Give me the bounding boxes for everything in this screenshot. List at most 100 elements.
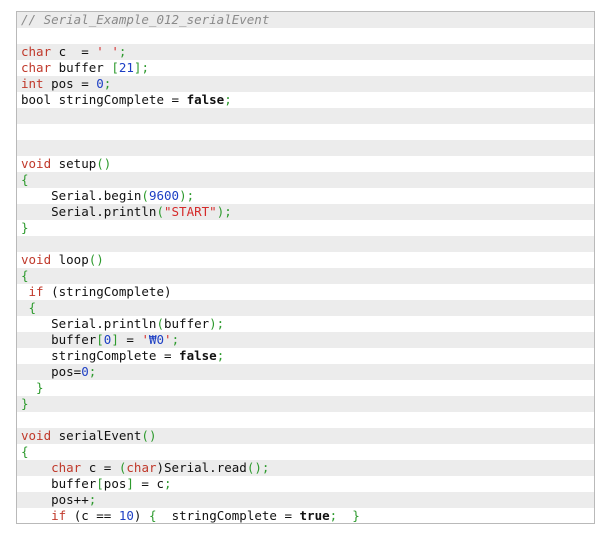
code-token: 0 <box>96 76 104 91</box>
code-token: char <box>51 460 82 475</box>
code-token: ; <box>103 76 112 91</box>
code-line: { <box>17 268 594 284</box>
code-line: char c = (char)Serial.read(); <box>17 460 594 476</box>
code-line: Serial.begin(9600); <box>17 188 594 204</box>
code-token: "START" <box>164 204 217 219</box>
code-token: pos = <box>43 76 97 91</box>
code-token: Serial.println <box>21 204 157 219</box>
code-line <box>17 140 594 156</box>
code-token: pos <box>103 476 127 491</box>
code-token: char <box>21 60 52 75</box>
code-token: (stringComplete) <box>43 284 172 299</box>
code-token: setup <box>51 156 97 171</box>
code-token: ; <box>224 92 232 107</box>
code-line: Serial.println(buffer); <box>17 316 594 332</box>
code-token: ( <box>156 204 164 219</box>
code-token: char <box>126 460 157 475</box>
code-token: false <box>179 348 217 363</box>
code-token: ( <box>141 188 149 203</box>
code-line: char c = ' '; <box>17 44 594 60</box>
code-token: ; <box>88 492 97 507</box>
code-token: ] <box>111 332 119 347</box>
code-token: void <box>21 252 52 267</box>
code-token: { <box>21 268 29 283</box>
code-token: ] <box>126 476 134 491</box>
code-line: void setup() <box>17 156 594 172</box>
code-token: pos= <box>21 364 82 379</box>
code-token: if <box>21 284 44 299</box>
code-token: 9600 <box>148 188 180 203</box>
code-line: if (stringComplete) <box>17 284 594 300</box>
code-token: ) <box>133 508 149 523</box>
code-token: void <box>21 156 52 171</box>
code-token: false <box>186 92 225 107</box>
code-line: int pos = 0; <box>17 76 594 92</box>
code-token: ; <box>171 332 180 347</box>
code-line <box>17 236 594 252</box>
code-token: { <box>21 444 29 459</box>
code-token: 21 <box>118 60 134 75</box>
code-line: if (c == 10) { stringComplete = true; } <box>17 508 594 523</box>
code-token: (); <box>246 460 270 475</box>
code-token: ₩0 <box>148 332 165 347</box>
code-line: { <box>17 172 594 188</box>
code-token: buffer <box>21 332 97 347</box>
code-token: if <box>51 508 67 523</box>
code-token: () <box>141 428 157 443</box>
code-line: { <box>17 444 594 460</box>
code-token: loop <box>51 252 89 267</box>
code-lines: // Serial_Example_012_serialEventchar c … <box>17 12 594 523</box>
code-line: bool stringComplete = false; <box>17 92 594 108</box>
code-token: } <box>21 220 29 235</box>
code-line: } <box>17 220 594 236</box>
code-token: c = <box>51 44 97 59</box>
code-token: () <box>96 156 112 171</box>
code-line: pos=0; <box>17 364 594 380</box>
code-token: true <box>299 508 330 523</box>
code-line: } <box>17 396 594 412</box>
code-block: // Serial_Example_012_serialEventchar c … <box>16 11 595 524</box>
code-token: pos++ <box>21 492 89 507</box>
code-line: pos++; <box>17 492 594 508</box>
code-token: ' ' <box>96 44 119 59</box>
code-token: [ <box>96 476 104 491</box>
code-token: stringComplete = <box>156 508 300 523</box>
code-token: { <box>21 172 29 187</box>
code-token: { <box>148 508 157 523</box>
code-token: serialEvent <box>51 428 142 443</box>
code-token: buffer <box>21 476 97 491</box>
code-line: Serial.println("START"); <box>17 204 594 220</box>
code-token: 0 <box>81 364 89 379</box>
code-line: stringComplete = false; <box>17 348 594 364</box>
code-token: 10 <box>118 508 134 523</box>
code-line: } <box>17 380 594 396</box>
code-token: ); <box>179 188 195 203</box>
code-token: bool stringComplete = <box>21 92 187 107</box>
code-token: = <box>118 332 142 347</box>
code-token: () <box>88 252 104 267</box>
code-token: Serial.begin <box>21 188 142 203</box>
code-token: ]; <box>133 60 149 75</box>
code-token: char <box>21 44 52 59</box>
code-token: } <box>352 508 360 523</box>
code-token: // Serial_Example_012_serialEvent <box>21 12 270 27</box>
code-token: int <box>21 76 44 91</box>
code-token: ; <box>216 348 225 363</box>
code-token: buffer <box>51 60 112 75</box>
code-line: // Serial_Example_012_serialEvent <box>17 12 594 28</box>
code-token: ; <box>118 44 127 59</box>
code-token: void <box>21 428 52 443</box>
code-token: } <box>21 380 44 395</box>
code-line: void serialEvent() <box>17 428 594 444</box>
code-token: [ <box>96 332 104 347</box>
code-token: c = <box>81 460 119 475</box>
code-token: (c == <box>66 508 119 523</box>
code-token: buffer <box>164 316 210 331</box>
code-line: buffer[pos] = c; <box>17 476 594 492</box>
code-token: ; <box>88 364 97 379</box>
code-token: } <box>21 396 29 411</box>
